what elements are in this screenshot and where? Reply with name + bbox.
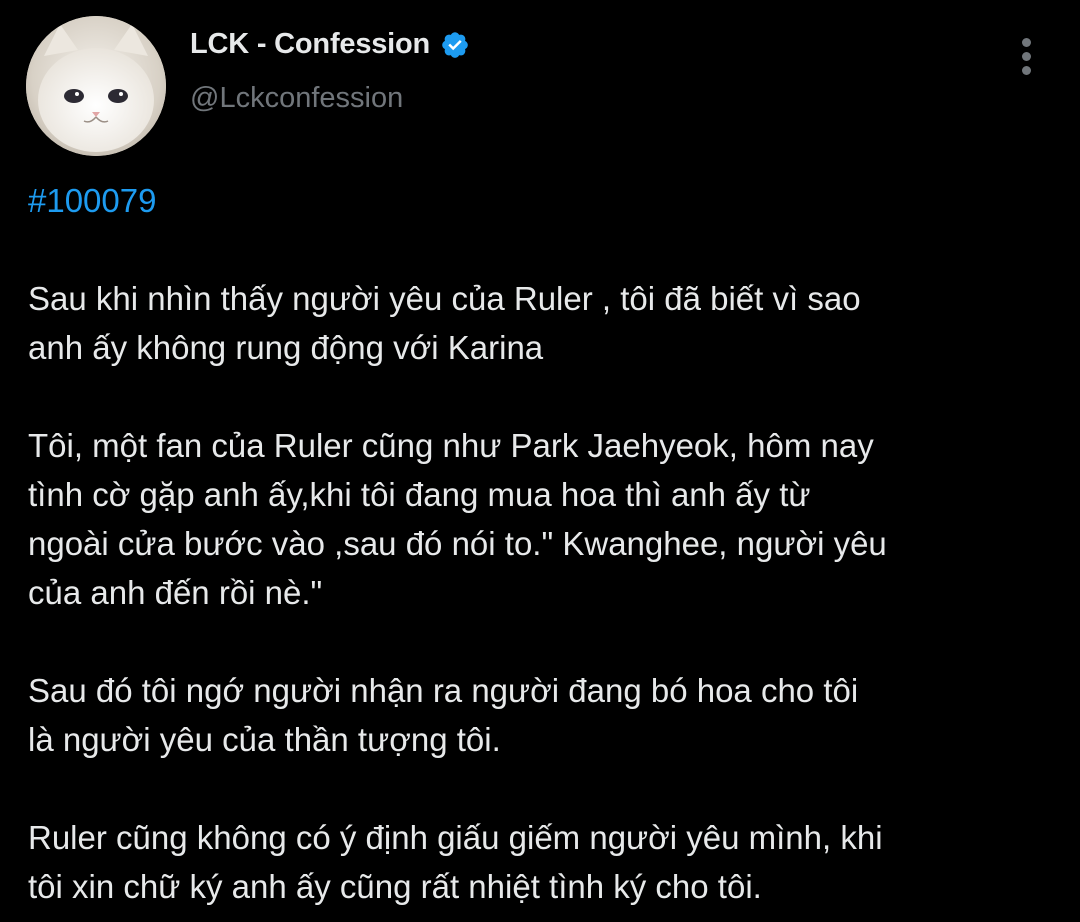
- handle[interactable]: @Lckconfession: [190, 82, 403, 115]
- display-name[interactable]: LCK - Confession: [190, 28, 430, 61]
- white-cat-avatar-icon: [26, 16, 166, 156]
- avatar[interactable]: [26, 16, 166, 156]
- tweet-paragraph: Sau khi nhìn thấy người yêu của Ruler , …: [28, 280, 861, 366]
- tweet[interactable]: LCK - Confession @Lckconfession #100079 …: [0, 0, 1080, 922]
- tweet-paragraph: Sau đó tôi ngớ người nhận ra người đang …: [28, 672, 859, 758]
- hashtag-link[interactable]: #100079: [28, 176, 1068, 225]
- name-row: LCK - Confession: [190, 28, 470, 61]
- tweet-paragraph: Ruler cũng không có ý định giấu giếm ngư…: [28, 819, 883, 905]
- verified-badge-icon: [440, 30, 470, 60]
- more-options-icon[interactable]: [1014, 38, 1038, 82]
- tweet-header: LCK - Confession @Lckconfession: [26, 16, 1056, 156]
- tweet-text: #100079 Sau khi nhìn thấy người yêu của …: [28, 176, 1068, 911]
- tweet-paragraph: Tôi, một fan của Ruler cũng như Park Jae…: [28, 427, 887, 611]
